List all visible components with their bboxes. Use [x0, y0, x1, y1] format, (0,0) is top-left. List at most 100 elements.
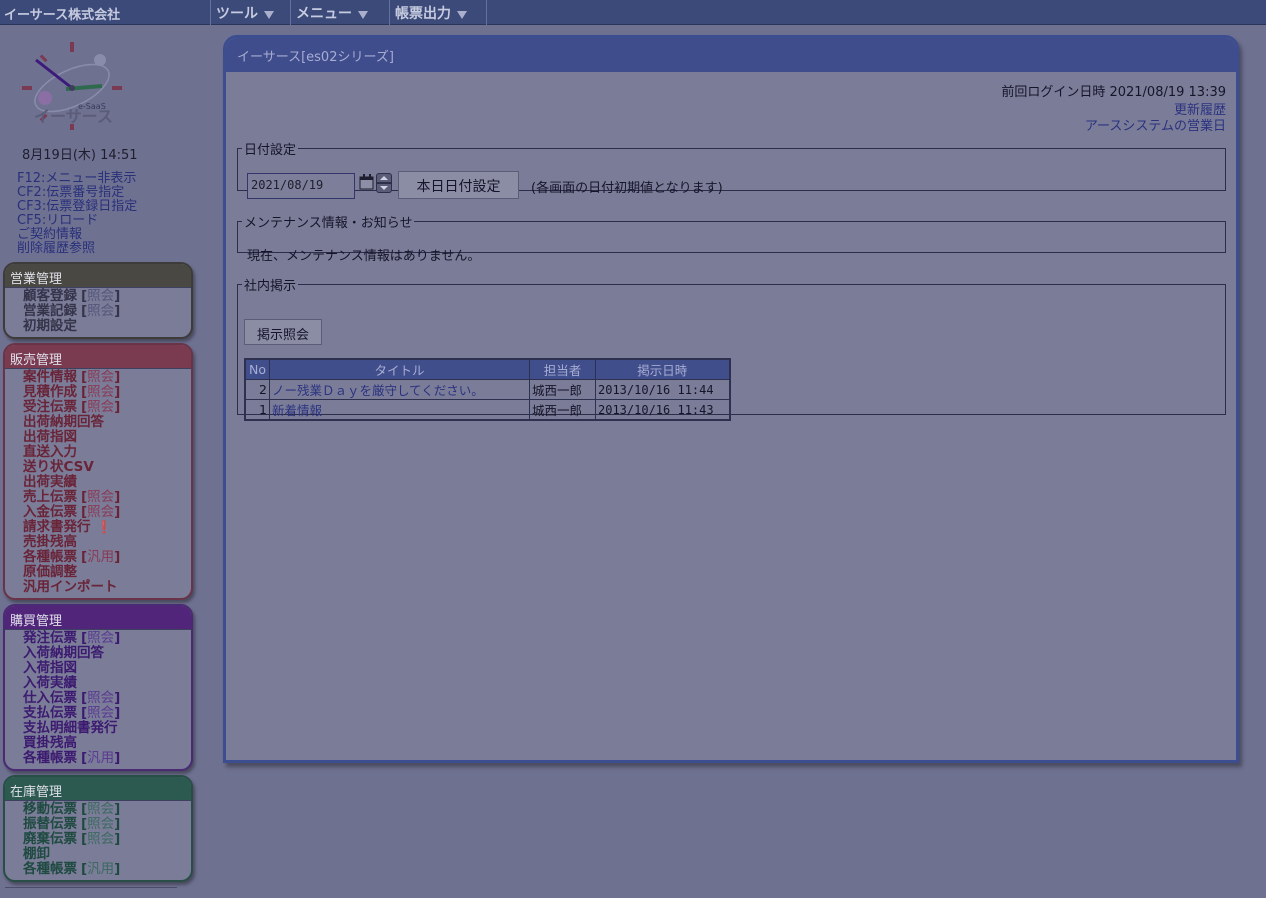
cell-person: 城西一郎: [529, 379, 596, 400]
view-link[interactable]: 照会: [87, 831, 114, 847]
view-link[interactable]: 照会: [87, 816, 114, 832]
menu-item-reallocation-slip[interactable]: 振替伝票 [照会]: [23, 817, 191, 832]
cell-datetime: 2013/10/16 11:43: [595, 399, 730, 421]
menu-item-purchase-order[interactable]: 発注伝票 [照会]: [23, 631, 191, 646]
window-titlebar: イーサース[es02シリーズ]: [226, 38, 1236, 72]
menu-item-payment-slip[interactable]: 入金伝票 [照会]: [23, 505, 191, 520]
view-link[interactable]: 照会: [87, 384, 114, 400]
menu-item-initial-settings[interactable]: 初期設定: [23, 319, 191, 334]
panel-title: 購買管理: [5, 606, 191, 630]
view-link[interactable]: 照会: [87, 399, 114, 415]
menu-item-transfer-slip[interactable]: 移動伝票 [照会]: [23, 802, 191, 817]
set-today-button[interactable]: 本日日付設定: [398, 171, 519, 199]
menu-item-invoice-csv[interactable]: 送り状CSV: [23, 460, 191, 475]
view-link[interactable]: 照会: [87, 303, 114, 319]
date-input[interactable]: 2021/08/19: [247, 173, 355, 199]
quick-link-slip-number[interactable]: CF2:伝票番号指定: [17, 186, 137, 200]
date-setting-group: 日付設定 2021/08/19 本日日付設定 (各画面の日付初期値となります): [237, 139, 1226, 199]
view-bulletin-button[interactable]: 掲示照会: [244, 319, 322, 345]
cell-person: 城西一郎: [529, 399, 596, 421]
view-link[interactable]: 照会: [87, 288, 114, 304]
menu-item-sales-slip[interactable]: 売上伝票 [照会]: [23, 490, 191, 505]
table-row: 2 ノー残業Ｄａｙを厳守してください。 城西一郎 2013/10/16 11:4…: [244, 379, 730, 400]
cell-no: 1: [244, 399, 270, 421]
menu-item-estimate[interactable]: 見積作成 [照会]: [23, 385, 191, 400]
menu-item-reports[interactable]: 各種帳票 [汎用]: [23, 862, 191, 877]
bulletin-board-legend: 社内掲示: [244, 279, 297, 294]
current-datetime: 8月19日(木) 14:51: [22, 148, 138, 163]
menu-item-sales-record[interactable]: 営業記録 [照会]: [23, 304, 191, 319]
maintenance-text: 現在、メンテナンス情報はありません。: [247, 249, 481, 264]
alert-icon: ❗: [96, 520, 112, 534]
view-link[interactable]: 照会: [87, 801, 114, 817]
view-link[interactable]: 照会: [87, 369, 114, 385]
cell-datetime: 2013/10/16 11:44: [595, 379, 730, 400]
date-decrement-button[interactable]: [376, 183, 392, 193]
menu-item-shipping-due-reply[interactable]: 出荷納期回答: [23, 415, 191, 430]
menu-item-disposal-slip[interactable]: 廃棄伝票 [照会]: [23, 832, 191, 847]
date-increment-button[interactable]: [376, 173, 392, 183]
menu-item-cost-adjustment[interactable]: 原価調整: [23, 565, 191, 580]
panel-sales-admin: 販売管理 案件情報 [照会] 見積作成 [照会] 受注伝票 [照会] 出荷納期回答 出…: [3, 343, 193, 600]
menu-item-arrival-order[interactable]: 入荷指図: [23, 661, 191, 676]
menu-item-shipping-order[interactable]: 出荷指図: [23, 430, 191, 445]
menu-item-reports[interactable]: 各種帳票 [汎用]: [23, 751, 191, 766]
quick-link-contract-info[interactable]: ご契約情報: [17, 228, 137, 242]
cell-title-link[interactable]: 新着情報: [269, 399, 530, 421]
menu-item-stocktaking[interactable]: 棚卸: [23, 847, 191, 862]
company-name: イーサース株式会社: [4, 8, 121, 23]
menu-item-general-import[interactable]: 汎用インポート: [23, 580, 191, 595]
cell-no: 2: [244, 379, 270, 400]
dropdown-arrow-icon: [358, 11, 368, 19]
view-link[interactable]: 照会: [87, 504, 114, 520]
table-header-row: No タイトル 担当者 掲示日時: [244, 358, 730, 380]
menu-main[interactable]: メニュー: [290, 0, 389, 25]
menu-item-payout-slip[interactable]: 支払伝票 [照会]: [23, 706, 191, 721]
menu-item-billing[interactable]: 請求書発行 ❗: [23, 520, 191, 535]
menu-item-direct-shipping[interactable]: 直送入力: [23, 445, 191, 460]
last-login: 前回ログイン日時 2021/08/19 13:39: [1001, 85, 1226, 100]
maintenance-group: メンテナンス情報・お知らせ 現在、メンテナンス情報はありません。: [237, 212, 1226, 264]
quick-link-hide-menu[interactable]: F12:メニュー非表示: [17, 172, 137, 186]
general-link[interactable]: 汎用: [87, 750, 114, 766]
menu-item-arrival-results[interactable]: 入荷実績: [23, 676, 191, 691]
business-day-link[interactable]: アースシステムの営業日: [1085, 115, 1226, 134]
column-header-title: タイトル: [269, 358, 530, 380]
general-link[interactable]: 汎用: [87, 861, 114, 877]
general-link[interactable]: 汎用: [87, 549, 114, 565]
menu-item-accounts-receivable[interactable]: 売掛残高: [23, 535, 191, 550]
view-link[interactable]: 照会: [87, 630, 114, 646]
menu-reports-label: 帳票出力: [395, 6, 451, 22]
menu-item-arrival-due-reply[interactable]: 入荷納期回答: [23, 646, 191, 661]
panel-inventory-management: 在庫管理 移動伝票 [照会] 振替伝票 [照会] 廃棄伝票 [照会] 棚卸 各種帳票[…: [3, 775, 193, 882]
menu-tools[interactable]: ツール: [210, 0, 289, 25]
menu-item-payment-statement[interactable]: 支払明細書発行: [23, 721, 191, 736]
dropdown-arrow-icon: [264, 11, 274, 19]
menu-main-label: メニュー: [296, 6, 352, 22]
cell-title-link[interactable]: ノー残業Ｄａｙを厳守してください。: [269, 379, 530, 400]
logo-text: イーサース: [34, 107, 113, 126]
clock-logo: e-SaaS イーサース: [22, 38, 124, 130]
table-row: 1 新着情報 城西一郎 2013/10/16 11:43: [244, 399, 730, 421]
menu-item-project-info[interactable]: 案件情報 [照会]: [23, 370, 191, 385]
menu-item-order-slip[interactable]: 受注伝票 [照会]: [23, 400, 191, 415]
date-note: (各画面の日付初期値となります): [531, 181, 723, 196]
quick-link-slip-date[interactable]: CF3:伝票登録日指定: [17, 200, 137, 214]
menu-item-purchase-slip[interactable]: 仕入伝票 [照会]: [23, 691, 191, 706]
top-menu-bar: イーサース株式会社 ツール メニュー 帳票出力: [0, 0, 1266, 25]
menu-reports[interactable]: 帳票出力: [389, 0, 487, 25]
quick-links: F12:メニュー非表示 CF2:伝票番号指定 CF3:伝票登録日指定 CF5:リ…: [17, 172, 137, 256]
bulletin-board-group: 社内掲示 掲示照会 No タイトル 担当者 掲示日時 2 ノー残業Ｄａｙを厳守し…: [237, 275, 1226, 421]
quick-link-reload[interactable]: CF5:リロード: [17, 214, 137, 228]
view-link[interactable]: 照会: [87, 489, 114, 505]
calendar-icon[interactable]: [359, 174, 375, 190]
menu-item-accounts-payable[interactable]: 買掛残高: [23, 736, 191, 751]
view-link[interactable]: 照会: [87, 690, 114, 706]
menu-tools-label: ツール: [216, 6, 258, 22]
quick-link-deletion-history[interactable]: 削除履歴参照: [17, 242, 137, 256]
view-link[interactable]: 照会: [87, 705, 114, 721]
analog-clock-icon: e-SaaS イーサース: [22, 42, 122, 130]
menu-item-customer-registration[interactable]: 顧客登録 [照会]: [23, 289, 191, 304]
menu-item-reports[interactable]: 各種帳票 [汎用]: [23, 550, 191, 565]
menu-item-shipping-results[interactable]: 出荷実績: [23, 475, 191, 490]
